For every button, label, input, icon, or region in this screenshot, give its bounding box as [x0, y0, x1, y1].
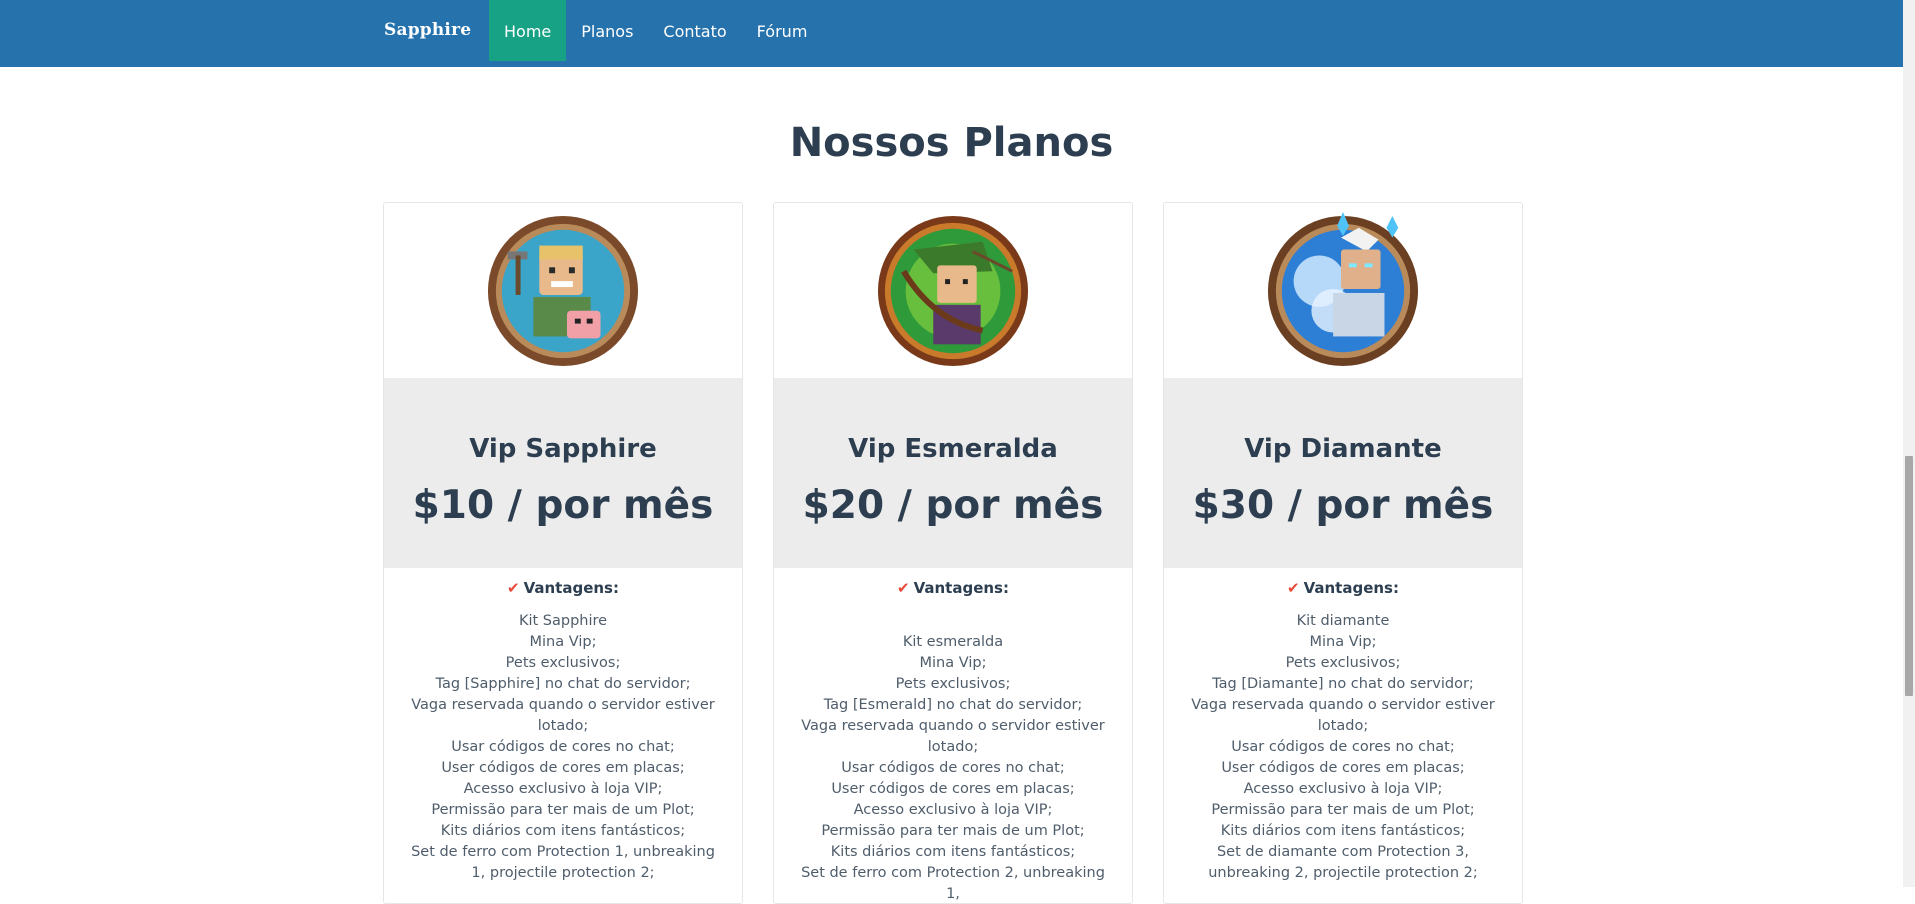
perk-item: Tag [Diamante] no chat do servidor; [1212, 676, 1474, 692]
perk-item: Permissão para ter mais de um Plot; [1211, 802, 1475, 818]
perk-item: Kits diários com itens fantásticos; [440, 823, 686, 839]
plan-image [774, 203, 1132, 378]
perk-item: Kits diários com itens fantásticos; [830, 844, 1076, 860]
vip-esmeralda-avatar-icon [877, 215, 1029, 366]
perk-item: Tag [Sapphire] no chat do servidor; [435, 676, 691, 692]
plan-name: Vip Esmeralda [848, 434, 1058, 464]
perk-item: Vaga reservada quando o servidor estiver… [801, 718, 1105, 755]
plan-card-sapphire: Vip Sapphire $10 / por mês ✔ Vantagens: K… [383, 202, 743, 904]
perk-item: Permissão para ter mais de um Plot; [431, 802, 695, 818]
vantagens-label: Vantagens: [1303, 579, 1399, 597]
perk-item: Kit Sapphire [518, 613, 608, 629]
perk-item: Acesso exclusivo à loja VIP; [1243, 781, 1443, 797]
perk-item: Permissão para ter mais de um Plot; [821, 823, 1085, 839]
nav-contato[interactable]: Contato [648, 0, 741, 61]
perk-item: Set de ferro com Protection 2, unbreakin… [801, 865, 1105, 902]
vip-diamante-avatar-icon [1267, 211, 1419, 366]
section-title: Nossos Planos [789, 120, 1114, 166]
vantagens-heading: ✔ Vantagens: [798, 578, 1108, 598]
top-navbar: Sapphire Home Planos Contato Fórum [0, 0, 1903, 67]
nav-planos[interactable]: Planos [566, 0, 648, 61]
vantagens-heading: ✔ Vantagens: [1188, 578, 1498, 598]
plan-body: ✔ Vantagens: Kit diamante Mina Vip; Pets … [1164, 568, 1522, 884]
plan-card-esmeralda: Vip Esmeralda $20 / por mês ✔ Vantagens: … [773, 202, 1133, 904]
perk-item: Kits diários com itens fantásticos; [1220, 823, 1466, 839]
plan-image [384, 203, 742, 378]
brand-logo[interactable]: Sapphire [384, 0, 471, 60]
plan-price: $10 / por mês [412, 483, 714, 528]
perk-item: Acesso exclusivo à loja VIP; [853, 802, 1053, 818]
page-scrollbar[interactable] [1903, 0, 1915, 887]
perk-item: Kit esmeralda [902, 634, 1004, 650]
perk-item: Usar códigos de cores no chat; [451, 739, 675, 755]
check-icon: ✔ [897, 579, 910, 597]
perk-item: Tag [Esmerald] no chat do servidor; [823, 697, 1083, 713]
plan-body: ✔ Vantagens: Kit Sapphire Mina Vip; Pets … [384, 568, 742, 884]
perk-item: Set de diamante com Protection 3, unbrea… [1208, 844, 1478, 881]
perk-item: Acesso exclusivo à loja VIP; [463, 781, 663, 797]
plan-name: Vip Diamante [1244, 434, 1442, 464]
perk-item: Vaga reservada quando o servidor estiver… [1191, 697, 1495, 734]
plan-price: $30 / por mês [1192, 483, 1494, 528]
plan-price: $20 / por mês [802, 483, 1104, 528]
plan-header: Vip Diamante $30 / por mês [1164, 378, 1522, 568]
perks-list: Kit Sapphire Mina Vip; Pets exclusivos; … [408, 611, 718, 884]
perk-item: Usar códigos de cores no chat; [1231, 739, 1455, 755]
vantagens-label: Vantagens: [523, 579, 619, 597]
perk-item: Pets exclusivos; [895, 676, 1011, 692]
perk-item: Vaga reservada quando o servidor estiver… [411, 697, 715, 734]
perk-item: Set de ferro com Protection 1, unbreakin… [411, 844, 715, 881]
perk-item: Usar códigos de cores no chat; [841, 760, 1065, 776]
perk-item: User códigos de cores em placas; [441, 760, 685, 776]
perk-item [798, 611, 1108, 632]
plan-name: Vip Sapphire [469, 434, 657, 464]
scrollbar-thumb[interactable] [1905, 456, 1913, 696]
plan-image [1164, 203, 1522, 378]
nav-links: Home Planos Contato Fórum [489, 0, 822, 61]
perk-item: Pets exclusivos; [505, 655, 621, 671]
plan-header: Vip Esmeralda $20 / por mês [774, 378, 1132, 568]
nav-forum[interactable]: Fórum [742, 0, 823, 61]
plan-header: Vip Sapphire $10 / por mês [384, 378, 742, 568]
perks-list: Kit esmeralda Mina Vip; Pets exclusivos;… [798, 611, 1108, 903]
vip-sapphire-avatar-icon [487, 215, 639, 366]
perks-list: Kit diamante Mina Vip; Pets exclusivos; … [1188, 611, 1498, 884]
plan-body: ✔ Vantagens: Kit esmeralda Mina Vip; Pets… [774, 568, 1132, 903]
perk-item: Mina Vip; [919, 655, 987, 671]
check-icon: ✔ [507, 579, 520, 597]
vantagens-label: Vantagens: [913, 579, 1009, 597]
perk-item: Pets exclusivos; [1285, 655, 1401, 671]
nav-home[interactable]: Home [489, 0, 567, 61]
check-icon: ✔ [1287, 579, 1300, 597]
perk-item: Mina Vip; [1309, 634, 1377, 650]
perk-item: Mina Vip; [529, 634, 597, 650]
perk-item: User códigos de cores em placas; [831, 781, 1075, 797]
vantagens-heading: ✔ Vantagens: [408, 578, 718, 598]
perk-item: Kit diamante [1296, 613, 1390, 629]
perk-item: User códigos de cores em placas; [1221, 760, 1465, 776]
plan-card-diamante: Vip Diamante $30 / por mês ✔ Vantagens: K… [1163, 202, 1523, 904]
